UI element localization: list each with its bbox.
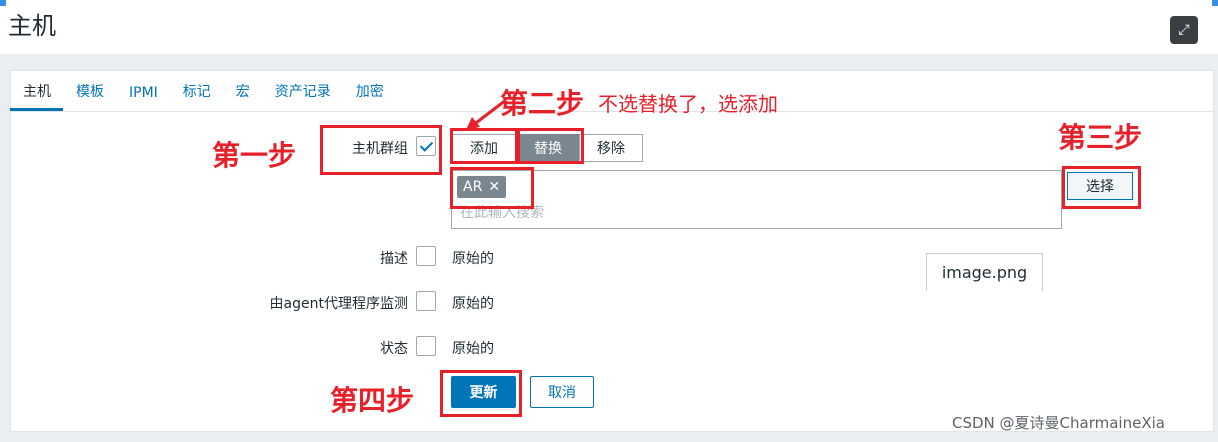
description-checkbox[interactable] (416, 246, 436, 266)
status-checkbox[interactable] (416, 336, 436, 356)
tab-tags[interactable]: 标记 (170, 69, 223, 111)
annotation-step-2: 第二步 (500, 87, 585, 120)
op-remove-button[interactable]: 移除 (579, 134, 643, 162)
watermark: CSDN @夏诗曼CharmaineXia (952, 414, 1165, 432)
monitored-by-value: 原始的 (452, 296, 494, 312)
description-label: 描述 (380, 251, 408, 267)
annotation-step-2-note: 不选替换了，选添加 (598, 92, 778, 116)
annotation-step-3: 第三步 (1058, 121, 1143, 154)
cancel-button[interactable]: 取消 (530, 376, 594, 408)
frame-corner (1212, 0, 1218, 6)
form-panel (10, 70, 1214, 432)
annotation-step-4: 第四步 (330, 384, 415, 417)
tab-encryption[interactable]: 加密 (343, 69, 396, 111)
monitored-by-checkbox[interactable] (416, 291, 436, 311)
status-value: 原始的 (452, 341, 494, 357)
status-label: 状态 (380, 341, 408, 357)
tab-templates[interactable]: 模板 (63, 69, 116, 111)
search-input[interactable] (460, 203, 1040, 223)
image-filename-box: image.png (926, 253, 1043, 291)
tab-host[interactable]: 主机 (10, 69, 63, 111)
highlight-update (440, 370, 522, 417)
fullscreen-icon[interactable]: ⤢ (1170, 16, 1198, 44)
monitored-by-label: 由agent代理程序监测 (269, 296, 408, 312)
page-title: 主机 (8, 12, 56, 40)
tab-ipmi[interactable]: IPMI (116, 69, 170, 111)
highlight-replace (517, 128, 584, 164)
highlight-tag (450, 167, 534, 209)
tab-macros[interactable]: 宏 (223, 69, 262, 111)
highlight-select (1062, 166, 1141, 209)
description-value: 原始的 (452, 251, 494, 267)
highlight-host-groups (320, 125, 442, 175)
annotation-step-1: 第一步 (212, 139, 297, 172)
frame-corner (0, 0, 6, 6)
tab-inventory[interactable]: 资产记录 (262, 69, 343, 111)
